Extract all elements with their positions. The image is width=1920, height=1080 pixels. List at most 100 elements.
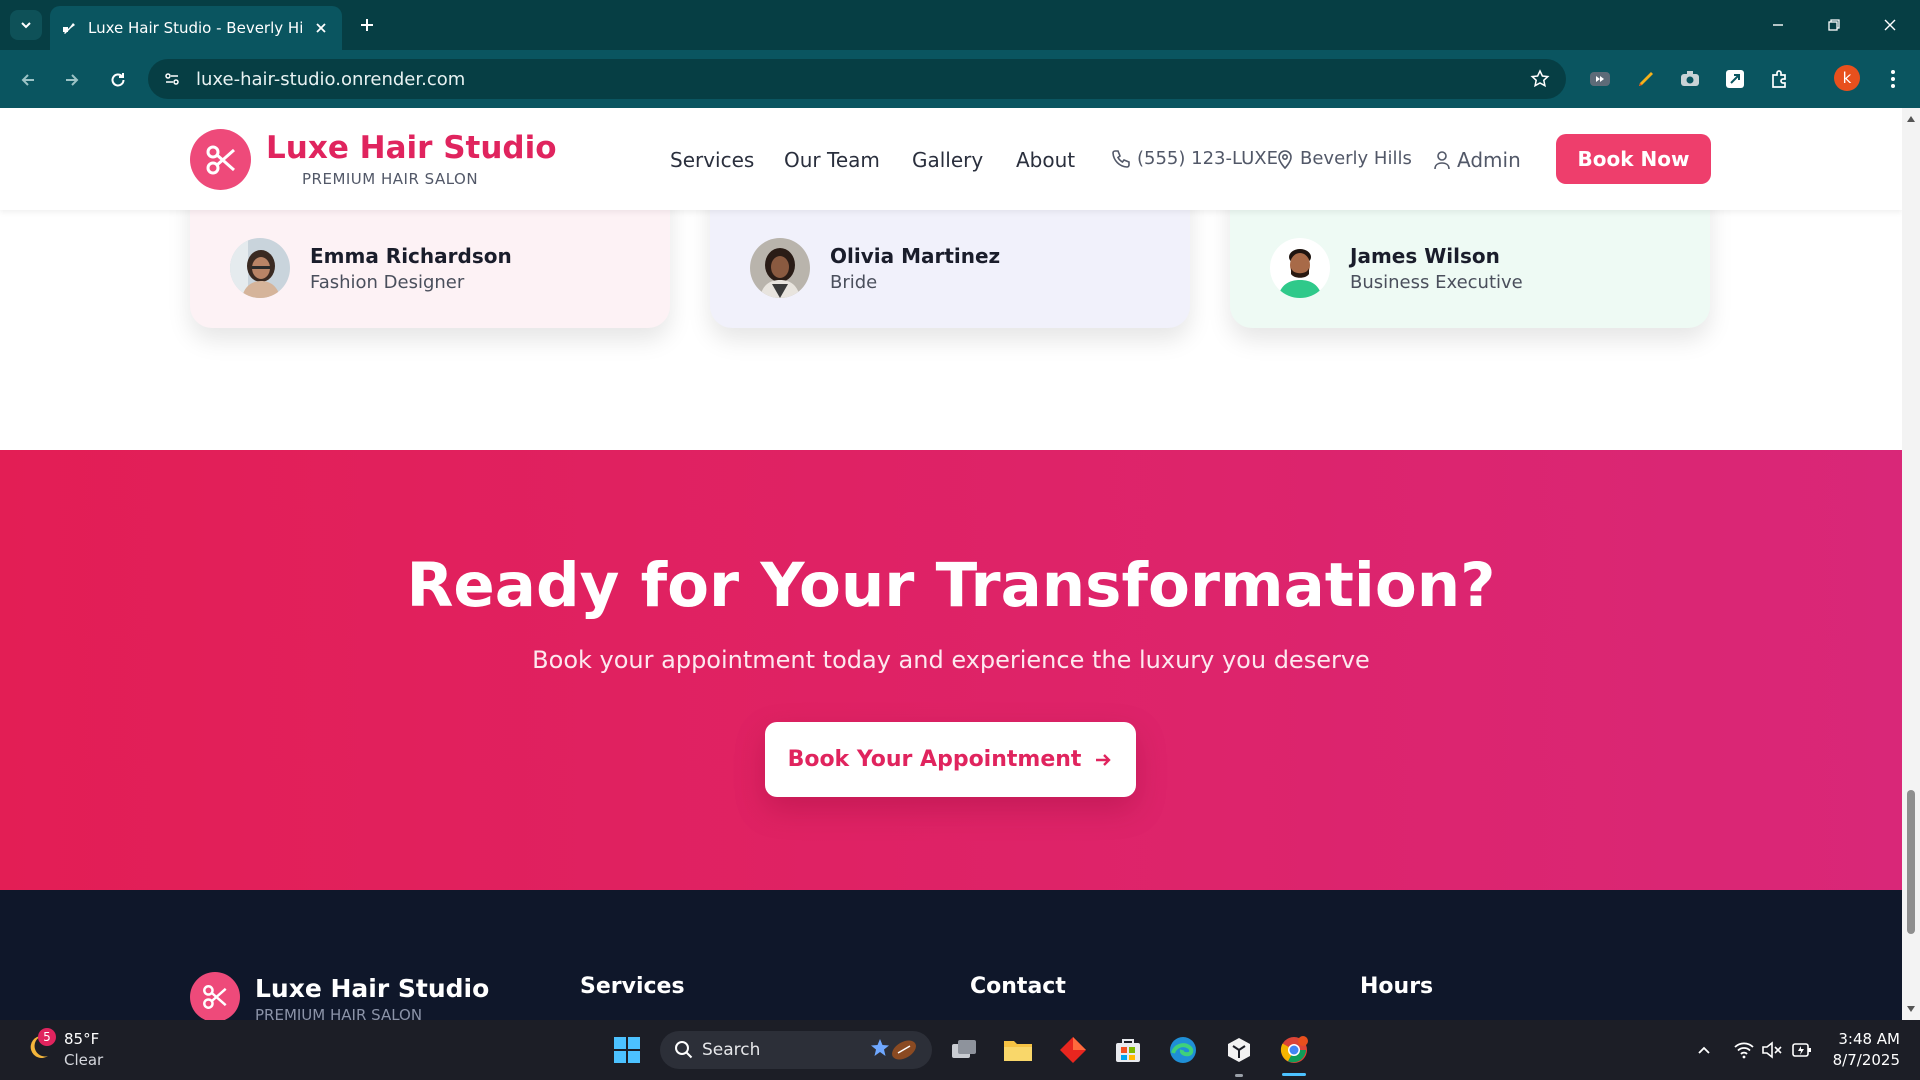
header-phone-text: (555) 123-LUXE	[1137, 148, 1278, 169]
favicon-icon	[60, 19, 78, 37]
scroll-up-icon[interactable]	[1906, 114, 1916, 124]
page-viewport: Emma Richardson Fashion Designer Olivia …	[0, 108, 1902, 1020]
taskbar-time[interactable]: 3:48 AM	[1830, 1030, 1900, 1048]
testimonial-author-name: James Wilson	[1350, 244, 1500, 268]
browser-toolbar: luxe-hair-studio.onrender.com k	[0, 50, 1920, 108]
testimonial-author-role: Business Executive	[1350, 272, 1523, 293]
admin-link[interactable]: Admin	[1433, 148, 1521, 172]
footer-heading-hours: Hours	[1360, 974, 1434, 999]
close-icon	[1884, 19, 1896, 31]
wifi-icon[interactable]	[1732, 1038, 1756, 1062]
testimonial-author-name: Emma Richardson	[310, 244, 512, 268]
bookmark-star-icon[interactable]	[1528, 67, 1552, 91]
page-scrollbar[interactable]	[1902, 108, 1920, 1020]
scrollbar-thumb[interactable]	[1907, 790, 1915, 934]
tab-title: Luxe Hair Studio - Beverly Hills |	[88, 19, 302, 37]
app-box-icon[interactable]	[1221, 1032, 1257, 1068]
header-location-text: Beverly Hills	[1300, 148, 1412, 169]
microsoft-store-icon[interactable]	[1110, 1032, 1146, 1068]
nav-link-about[interactable]: About	[1016, 148, 1075, 172]
arrow-right-icon	[66, 74, 79, 86]
back-button[interactable]	[12, 64, 44, 96]
testimonial-author-name: Olivia Martinez	[830, 244, 1001, 268]
footer-brand-name: Luxe Hair Studio	[255, 974, 490, 1003]
search-icon	[675, 1041, 693, 1059]
close-window-button[interactable]	[1870, 10, 1910, 40]
app-active-indicator	[1282, 1073, 1306, 1076]
task-view-icon[interactable]	[946, 1032, 982, 1068]
chevron-down-icon	[21, 22, 31, 29]
edge-browser-icon[interactable]	[1165, 1032, 1201, 1068]
extensions-puzzle-icon[interactable]	[1766, 65, 1794, 93]
user-icon	[1434, 151, 1450, 170]
extension-pencil-icon[interactable]	[1632, 65, 1660, 93]
app-diamond-icon[interactable]	[1055, 1032, 1091, 1068]
cta-title: Ready for Your Transformation?	[406, 550, 1496, 621]
admin-link-label: Admin	[1457, 148, 1521, 172]
nav-link-team[interactable]: Our Team	[784, 148, 880, 172]
site-footer: Luxe Hair Studio PREMIUM HAIR SALON Serv…	[0, 890, 1902, 1020]
brand-tagline: PREMIUM HAIR SALON	[302, 170, 479, 188]
testimonial-author-role: Fashion Designer	[310, 272, 465, 293]
nav-link-gallery[interactable]: Gallery	[912, 148, 983, 172]
map-pin-icon	[1278, 149, 1292, 169]
profile-avatar[interactable]: k	[1834, 65, 1860, 91]
book-appointment-button[interactable]: Book Your Appointment	[765, 722, 1136, 797]
minimize-button[interactable]	[1758, 10, 1798, 40]
header-phone[interactable]: (555) 123-LUXE	[1111, 148, 1278, 169]
footer-logo[interactable]	[190, 972, 240, 1020]
restore-button[interactable]	[1814, 10, 1854, 40]
book-now-button[interactable]: Book Now	[1556, 134, 1711, 184]
plus-icon	[361, 19, 373, 31]
file-explorer-icon[interactable]	[1000, 1032, 1036, 1068]
forward-button[interactable]	[56, 64, 88, 96]
footer-heading-services: Services	[580, 974, 685, 999]
taskbar-search[interactable]: Search	[660, 1031, 932, 1069]
browser-tab-bar: Luxe Hair Studio - Beverly Hills |	[0, 0, 1920, 50]
footer-brand-tagline: PREMIUM HAIR SALON	[255, 1006, 423, 1020]
tab-search-button[interactable]	[10, 10, 42, 40]
battery-icon[interactable]	[1790, 1038, 1814, 1062]
weather-temperature[interactable]: 85°F	[64, 1030, 99, 1048]
taskbar-date[interactable]: 8/7/2025	[1830, 1051, 1900, 1069]
book-appointment-label: Book Your Appointment	[787, 747, 1082, 772]
testimonial-author-role: Bride	[830, 272, 878, 293]
new-tab-button[interactable]	[354, 12, 380, 38]
brand-name[interactable]: Luxe Hair Studio	[266, 130, 557, 166]
weather-description[interactable]: Clear	[64, 1051, 103, 1069]
windows-start-icon[interactable]	[609, 1032, 645, 1068]
minimize-icon	[1773, 24, 1783, 26]
extension-camera-icon[interactable]	[1676, 65, 1704, 93]
logo-link[interactable]	[190, 129, 251, 190]
phone-icon	[1112, 149, 1130, 168]
browser-tab-active[interactable]: Luxe Hair Studio - Beverly Hills |	[50, 6, 342, 50]
avatar	[230, 238, 290, 298]
url-text: luxe-hair-studio.onrender.com	[196, 68, 466, 90]
site-info-icon[interactable]	[154, 61, 190, 97]
cta-section: Ready for Your Transformation? Book your…	[0, 450, 1902, 890]
cta-subtitle: Book your appointment today and experien…	[532, 646, 1370, 674]
volume-muted-icon[interactable]	[1760, 1038, 1784, 1062]
search-highlight-icon	[871, 1039, 916, 1060]
chrome-browser-icon[interactable]	[1276, 1032, 1312, 1068]
browser-menu-icon[interactable]	[1879, 65, 1907, 93]
reload-icon	[111, 73, 125, 87]
extension-media-icon[interactable]	[1586, 65, 1614, 93]
taskbar-search-label: Search	[702, 1040, 761, 1060]
scissors-icon	[206, 145, 235, 174]
address-bar[interactable]: luxe-hair-studio.onrender.com	[148, 59, 1566, 99]
tray-overflow-chevron-icon[interactable]	[1692, 1038, 1716, 1062]
reload-button[interactable]	[102, 64, 134, 96]
avatar	[750, 238, 810, 298]
arrow-left-icon	[21, 74, 34, 86]
app-open-indicator	[1235, 1074, 1243, 1077]
arrow-right-icon	[1096, 753, 1112, 766]
avatar	[1270, 238, 1330, 298]
extension-arrow-icon[interactable]	[1721, 65, 1749, 93]
site-header: Luxe Hair Studio PREMIUM HAIR SALON Serv…	[0, 108, 1902, 210]
scroll-down-icon[interactable]	[1906, 1004, 1916, 1014]
nav-link-services[interactable]: Services	[670, 148, 754, 172]
windows-taskbar: 5 85°F Clear Search 3:48 AM 8/7/2025	[0, 1020, 1920, 1080]
restore-icon	[1828, 19, 1840, 31]
tab-close-icon[interactable]	[310, 17, 332, 39]
